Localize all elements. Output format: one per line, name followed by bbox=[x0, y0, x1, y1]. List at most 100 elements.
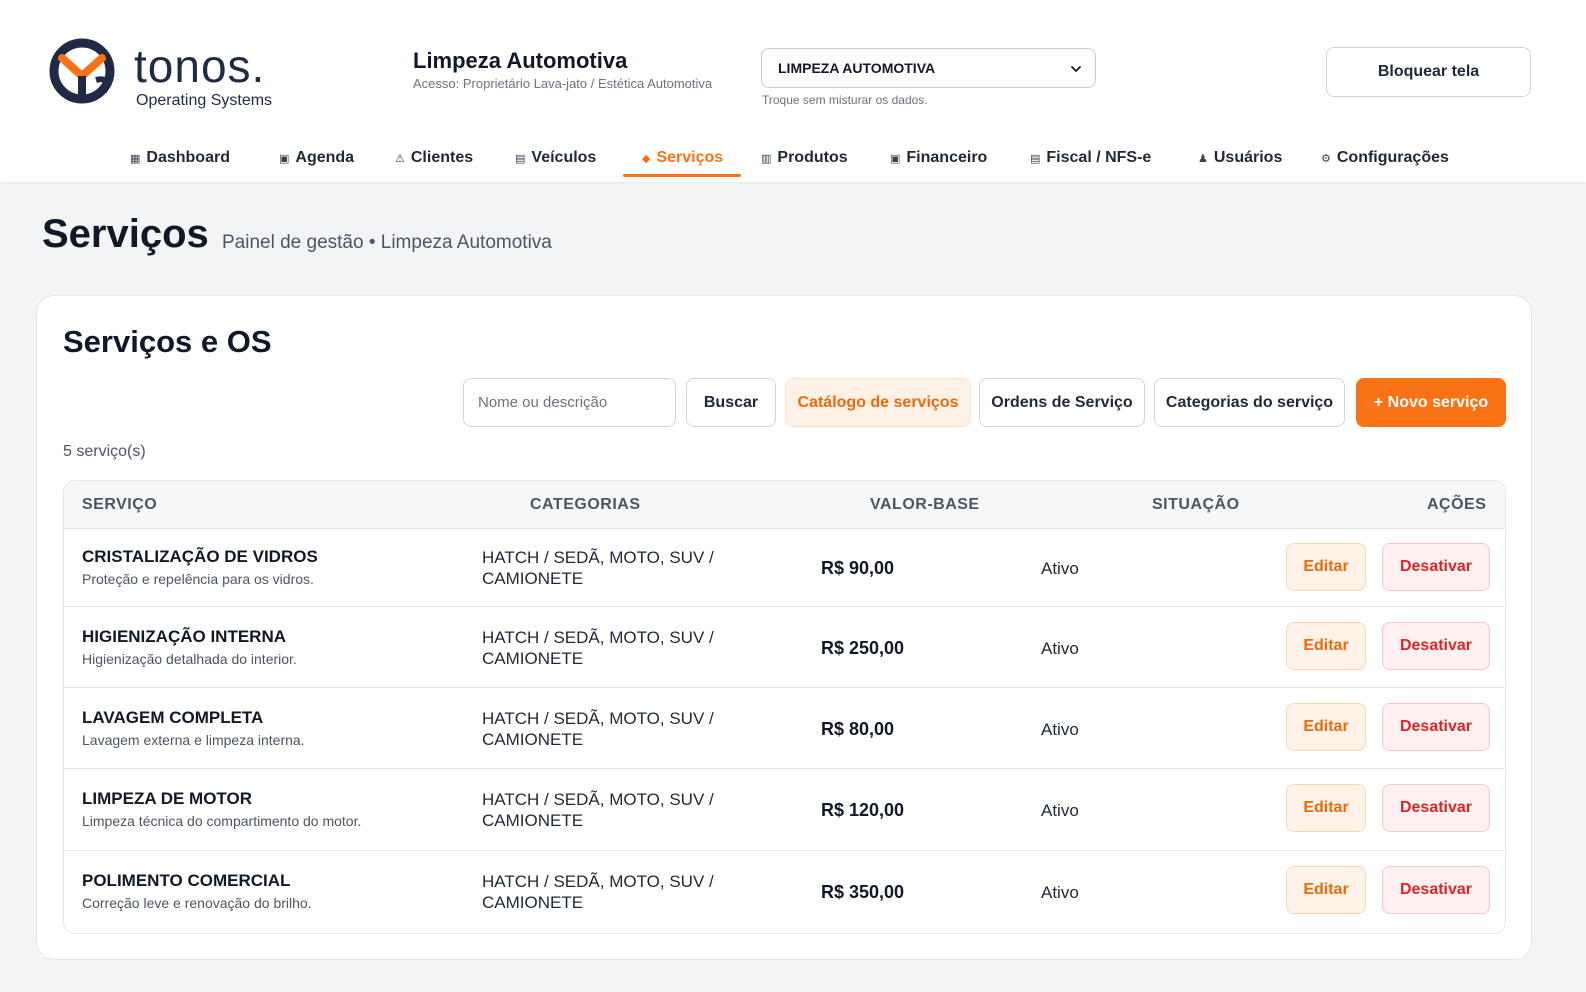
edit-button[interactable]: Editar bbox=[1286, 784, 1366, 832]
services-card: Serviços e OS Buscar Catálogo de serviço… bbox=[36, 295, 1532, 960]
search-button[interactable]: Buscar bbox=[686, 378, 776, 427]
nav-label: Configurações bbox=[1336, 149, 1449, 166]
dashboard-icon: ▦ bbox=[130, 152, 141, 165]
tenant-select[interactable]: LIMPEZA AUTOMOTIVA bbox=[761, 48, 1096, 88]
user-icon: ♟ bbox=[1198, 152, 1208, 165]
service-name: POLIMENTO COMERCIAL bbox=[82, 871, 291, 890]
finance-icon: ▣ bbox=[890, 152, 901, 165]
search-input[interactable] bbox=[463, 378, 676, 427]
categories-line: CAMIONETE bbox=[482, 811, 584, 830]
table-row: CRISTALIZAÇÃO DE VIDROS Proteção e repel… bbox=[64, 529, 1505, 607]
table-row: LAVAGEM COMPLETA Lavagem externa e limpe… bbox=[64, 688, 1505, 769]
top-bar: tonos. Operating Systems Limpeza Automot… bbox=[0, 0, 1586, 182]
service-categories: HATCH / SEDÃ, MOTO, SUV / CAMIONETE bbox=[482, 547, 742, 589]
table-header: SERVIÇO CATEGORIAS VALOR-BASE SITUAÇÃO A… bbox=[64, 481, 1505, 529]
service-price: R$ 120,00 bbox=[821, 800, 905, 820]
header-categories[interactable]: CATEGORIAS bbox=[530, 496, 640, 514]
nav-label: Clientes bbox=[410, 149, 474, 166]
nav-label: Serviços bbox=[656, 149, 724, 166]
service-description: Higienização detalhada do interior. bbox=[82, 651, 297, 667]
logo-tagline: Operating Systems bbox=[136, 92, 273, 109]
nav-label: Agenda bbox=[295, 149, 355, 166]
disable-button[interactable]: Desativar bbox=[1382, 703, 1490, 751]
categories-line: CAMIONETE bbox=[482, 730, 584, 749]
fiscal-icon: ▤ bbox=[1030, 152, 1041, 165]
gear-icon: ⚙ bbox=[1321, 152, 1331, 165]
tenant-select-value: LIMPEZA AUTOMOTIVA bbox=[778, 60, 936, 76]
nav-item-usuarios[interactable]: ♟ Usuários bbox=[1192, 138, 1288, 178]
nav-item-agenda[interactable]: ▣ Agenda bbox=[273, 138, 360, 178]
nav-item-servicos[interactable]: ◆ Serviços bbox=[636, 138, 729, 178]
service-categories: HATCH / SEDÃ, MOTO, SUV / CAMIONETE bbox=[482, 871, 742, 913]
catalog-button[interactable]: Catálogo de serviços bbox=[785, 378, 971, 427]
service-name: CRISTALIZAÇÃO DE VIDROS bbox=[82, 547, 318, 566]
nav-item-financeiro[interactable]: ▣ Financeiro bbox=[884, 138, 993, 178]
table-row: LIMPEZA DE MOTOR Limpeza técnica do comp… bbox=[64, 769, 1505, 851]
header-service[interactable]: SERVIÇO bbox=[82, 496, 157, 514]
products-icon: ▥ bbox=[761, 152, 772, 165]
edit-button[interactable]: Editar bbox=[1286, 866, 1366, 914]
nav-label: Produtos bbox=[777, 149, 848, 166]
categories-line: HATCH / SEDÃ, MOTO, SUV / bbox=[482, 548, 714, 567]
categories-line: HATCH / SEDÃ, MOTO, SUV / bbox=[482, 872, 714, 891]
page-subtitle: Painel de gestão • Limpeza Automotiva bbox=[222, 232, 552, 253]
nav-item-clientes[interactable]: ⚠ Clientes bbox=[389, 138, 479, 178]
service-name: HIGIENIZAÇÃO INTERNA bbox=[82, 627, 286, 646]
service-name: LAVAGEM COMPLETA bbox=[82, 708, 264, 727]
header-status[interactable]: SITUAÇÃO bbox=[1152, 496, 1240, 514]
nav-label: Usuários bbox=[1213, 149, 1283, 166]
nav-label: Fiscal / NFS-e bbox=[1046, 149, 1152, 166]
service-description: Proteção e repelência para os vidros. bbox=[82, 571, 314, 587]
clients-icon: ⚠ bbox=[395, 152, 405, 165]
services-table: SERVIÇO CATEGORIAS VALOR-BASE SITUAÇÃO A… bbox=[63, 480, 1506, 934]
categories-line: CAMIONETE bbox=[482, 893, 584, 912]
lock-screen-button[interactable]: Bloquear tela bbox=[1326, 47, 1531, 97]
service-orders-button[interactable]: Ordens de Serviço bbox=[979, 378, 1145, 427]
disable-button[interactable]: Desativar bbox=[1382, 543, 1490, 591]
service-price: R$ 90,00 bbox=[821, 558, 895, 578]
new-service-button[interactable]: + Novo serviço bbox=[1356, 378, 1506, 427]
card-title: Serviços e OS bbox=[63, 324, 272, 359]
service-name: LIMPEZA DE MOTOR bbox=[82, 789, 252, 808]
service-description: Lavagem externa e limpeza interna. bbox=[82, 732, 305, 748]
service-status: Ativo bbox=[1041, 559, 1079, 578]
nav-label: Dashboard bbox=[146, 149, 230, 166]
table-row: HIGIENIZAÇÃO INTERNA Higienização detalh… bbox=[64, 607, 1505, 688]
nav-item-veiculos[interactable]: ▤ Veículos bbox=[509, 138, 602, 178]
categories-line: HATCH / SEDÃ, MOTO, SUV / bbox=[482, 790, 714, 809]
logo-mark-icon bbox=[49, 38, 115, 104]
edit-button[interactable]: Editar bbox=[1286, 543, 1366, 591]
nav-label: Veículos bbox=[531, 149, 597, 166]
nav-item-configuracoes[interactable]: ⚙ Configurações bbox=[1315, 138, 1455, 178]
edit-button[interactable]: Editar bbox=[1286, 622, 1366, 670]
main-nav: ▦ Dashboard ▣ Agenda ⚠ Clientes ▤ Veículos ◆… bbox=[0, 138, 1586, 182]
categories-line: CAMIONETE bbox=[482, 569, 584, 588]
service-price: R$ 80,00 bbox=[821, 719, 895, 739]
disable-button[interactable]: Desativar bbox=[1382, 784, 1490, 832]
page-title: Serviços bbox=[42, 212, 209, 256]
header-price[interactable]: VALOR-BASE bbox=[870, 496, 980, 514]
table-row: POLIMENTO COMERCIAL Correção leve e reno… bbox=[64, 851, 1505, 933]
service-categories-button[interactable]: Categorias do serviço bbox=[1154, 378, 1345, 427]
service-status: Ativo bbox=[1041, 883, 1079, 902]
nav-item-dashboard[interactable]: ▦ Dashboard bbox=[124, 138, 236, 178]
categories-line: CAMIONETE bbox=[482, 649, 584, 668]
nav-item-fiscal[interactable]: ▤ Fiscal / NFS-e bbox=[1024, 138, 1157, 178]
service-count: 5 serviço(s) bbox=[63, 443, 146, 460]
header-actions: AÇÕES bbox=[1427, 496, 1487, 513]
nav-item-produtos[interactable]: ▥ Produtos bbox=[755, 138, 854, 178]
service-price: R$ 250,00 bbox=[821, 638, 905, 658]
disable-button[interactable]: Desativar bbox=[1382, 866, 1490, 914]
service-status: Ativo bbox=[1041, 720, 1079, 739]
service-description: Correção leve e renovação do brilho. bbox=[82, 895, 312, 911]
edit-button[interactable]: Editar bbox=[1286, 703, 1366, 751]
service-description: Limpeza técnica do compartimento do moto… bbox=[82, 813, 362, 829]
active-tab-indicator bbox=[623, 174, 741, 177]
chevron-down-icon bbox=[1071, 66, 1081, 73]
service-status: Ativo bbox=[1041, 801, 1079, 820]
disable-button[interactable]: Desativar bbox=[1382, 622, 1490, 670]
categories-line: HATCH / SEDÃ, MOTO, SUV / bbox=[482, 709, 714, 728]
service-categories: HATCH / SEDÃ, MOTO, SUV / CAMIONETE bbox=[482, 708, 742, 750]
tenant-hint: Troque sem misturar os dados. bbox=[762, 93, 928, 107]
logo[interactable]: tonos. Operating Systems bbox=[44, 36, 304, 112]
